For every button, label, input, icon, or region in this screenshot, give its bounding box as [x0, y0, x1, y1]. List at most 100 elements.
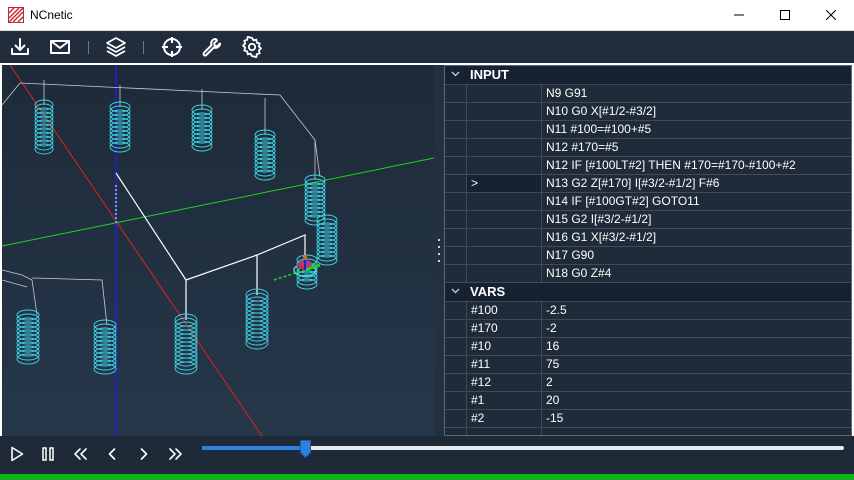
code-line-marker	[466, 211, 542, 228]
rewind-button[interactable]	[68, 442, 92, 466]
splitter-grip-dot	[438, 246, 440, 248]
property-panel: INPUT N9 G91 N10 G0 X[#1/2-#3/2] N11 #100=…	[444, 65, 852, 436]
splitter-grip-dot	[438, 253, 440, 255]
close-button[interactable]	[808, 0, 854, 30]
layers-button[interactable]	[103, 34, 129, 60]
splitter-grip-dot	[438, 260, 440, 262]
3d-viewport[interactable]	[2, 65, 434, 436]
timeline-slider-track[interactable]	[202, 446, 844, 450]
code-line-marker	[466, 85, 542, 102]
rewind-icon	[74, 448, 87, 460]
code-line-text: N11 #100=#100+#5	[546, 122, 652, 136]
code-line-marker	[466, 121, 542, 138]
settings-button[interactable]	[239, 34, 265, 60]
cutting-path	[115, 172, 306, 281]
var-name: #12	[466, 374, 542, 391]
toolbar-separator	[88, 41, 89, 54]
code-line[interactable]: N16 G1 X[#3/2-#1/2]	[445, 229, 851, 247]
play-button[interactable]	[5, 442, 29, 466]
code-line[interactable]: N18 G0 Z#4	[445, 265, 851, 283]
var-name: #11	[466, 356, 542, 373]
target-button[interactable]	[159, 34, 185, 60]
minimize-button[interactable]	[716, 0, 762, 30]
code-line-text: N14 IF [#100GT#2] GOTO11	[546, 194, 700, 208]
fast-forward-icon	[169, 448, 182, 460]
var-row[interactable]: #1 20	[445, 392, 851, 410]
var-name: #1	[466, 392, 542, 409]
maximize-icon	[780, 10, 790, 20]
var-row[interactable]: #11 75	[445, 356, 851, 374]
var-row[interactable]: #170 -2	[445, 320, 851, 338]
close-icon	[826, 10, 836, 20]
download-button[interactable]	[7, 34, 33, 60]
download-icon	[11, 38, 29, 55]
code-line[interactable]: N17 G90	[445, 247, 851, 265]
mail-button[interactable]	[47, 34, 73, 60]
code-line[interactable]: N14 IF [#100GT#2] GOTO11	[445, 193, 851, 211]
step-back-icon	[108, 448, 116, 460]
code-line-text: N12 #170=#5	[546, 140, 619, 154]
var-name: #100	[466, 302, 542, 319]
playback-bar	[0, 436, 854, 474]
pause-icon	[42, 447, 54, 461]
splitter-grip-dot	[438, 239, 440, 241]
code-line-marker	[466, 157, 542, 174]
panel-splitter[interactable]	[434, 65, 444, 436]
var-row[interactable]: #12 2	[445, 374, 851, 392]
code-line-marker	[466, 265, 542, 282]
play-icon	[11, 446, 24, 462]
mail-icon	[50, 40, 70, 54]
code-line-marker	[466, 247, 542, 264]
var-name	[466, 428, 542, 435]
fast-forward-button[interactable]	[164, 442, 188, 466]
tools-button[interactable]	[199, 34, 225, 60]
code-line[interactable]: N11 #100=#100+#5	[445, 121, 851, 139]
code-line[interactable]: N12 #170=#5	[445, 139, 851, 157]
code-line-marker: >	[466, 175, 542, 192]
code-line-text: N16 G1 X[#3/2-#1/2]	[546, 230, 657, 244]
var-row[interactable]: #100 -2.5	[445, 302, 851, 320]
var-row[interactable]: #10 16	[445, 338, 851, 356]
window-title: NCnetic	[30, 8, 73, 22]
timeline-slider-thumb[interactable]	[300, 440, 311, 458]
title-bar: NCnetic	[0, 0, 854, 31]
maximize-button[interactable]	[762, 0, 808, 30]
code-line-text: N9 G91	[546, 86, 588, 100]
chevron-down-icon	[451, 71, 460, 77]
code-line[interactable]: N15 G2 I[#3/2-#1/2]	[445, 211, 851, 229]
code-line-marker	[466, 139, 542, 156]
code-line-text: N13 G2 Z[#170] I[#3/2-#1/2] F#6	[546, 176, 720, 190]
load-progress-fill	[0, 474, 854, 480]
input-section-title: INPUT	[470, 67, 509, 82]
step-back-button[interactable]	[100, 442, 124, 466]
code-line-current[interactable]: > N13 G2 Z[#170] I[#3/2-#1/2] F#6	[445, 175, 851, 193]
code-line-text: N15 G2 I[#3/2-#1/2]	[546, 212, 652, 226]
pause-button[interactable]	[36, 442, 60, 466]
var-row[interactable]: #2 -15	[445, 410, 851, 428]
var-value: 75	[546, 357, 560, 371]
minimize-icon	[734, 14, 744, 16]
step-forward-button[interactable]	[132, 442, 156, 466]
wrench-icon	[202, 38, 221, 57]
var-value: -2	[546, 321, 557, 335]
vars-section-header[interactable]: VARS	[445, 283, 851, 302]
helix-group	[16, 99, 338, 375]
load-progress-bar	[0, 474, 854, 480]
toolbar-separator	[143, 41, 144, 54]
var-name: #10	[466, 338, 542, 355]
input-section-header[interactable]: INPUT	[445, 66, 851, 85]
var-name: #170	[466, 320, 542, 337]
input-code-list: N9 G91 N10 G0 X[#1/2-#3/2] N11 #100=#100+#…	[445, 85, 851, 283]
vars-section-title: VARS	[470, 284, 506, 299]
toolbar	[0, 31, 854, 63]
code-line[interactable]: N12 IF [#100LT#2] THEN #170=#170-#100+#2	[445, 157, 851, 175]
code-line[interactable]: N10 G0 X[#1/2-#3/2]	[445, 103, 851, 121]
var-value: -2.5	[546, 303, 567, 317]
code-line-marker	[466, 193, 542, 210]
code-line-text: N12 IF [#100LT#2] THEN #170=#170-#100+#2	[546, 158, 796, 172]
code-line[interactable]: N9 G91	[445, 85, 851, 103]
var-value: 16	[546, 339, 560, 353]
code-line-text: N17 G90	[546, 248, 595, 262]
var-row-empty	[445, 428, 851, 435]
var-value: 2	[546, 375, 553, 389]
